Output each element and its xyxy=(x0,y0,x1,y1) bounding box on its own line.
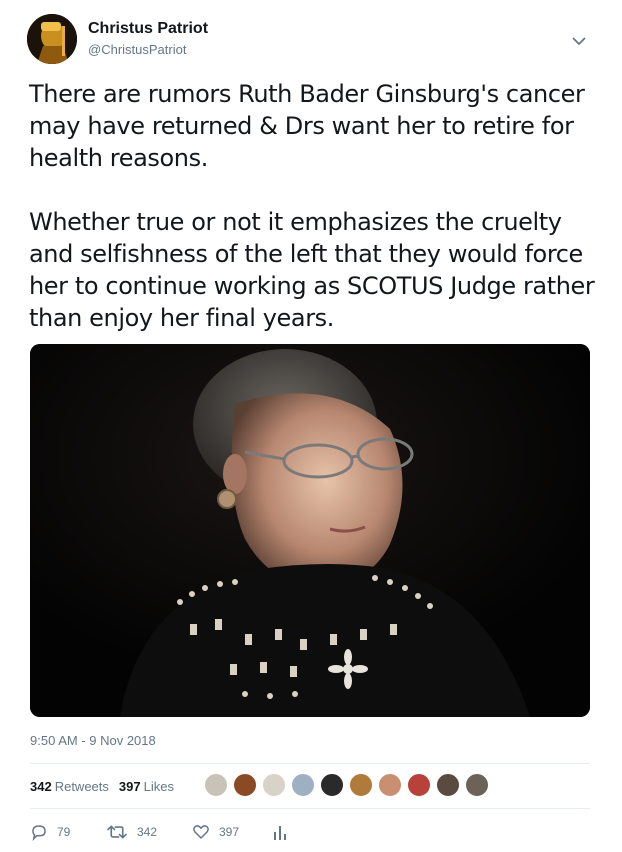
likes-label: Likes xyxy=(143,778,174,794)
tweet-photo[interactable] xyxy=(30,344,590,717)
tweet-text: There are rumors Ruth Bader Ginsburg's c… xyxy=(29,78,599,334)
likes-count: 397 xyxy=(118,778,141,794)
liker-avatars xyxy=(203,772,493,798)
tweet-timestamp[interactable]: 9:50 AM - 9 Nov 2018 xyxy=(30,733,156,748)
analytics-icon xyxy=(274,826,286,840)
profile-avatar[interactable] xyxy=(27,14,77,64)
liker-avatar[interactable] xyxy=(348,772,374,798)
liker-avatar[interactable] xyxy=(203,772,229,798)
liker-avatar[interactable] xyxy=(435,772,461,798)
user-handle[interactable]: @ChristusPatriot xyxy=(88,42,186,57)
liker-avatar[interactable] xyxy=(290,772,316,798)
analytics-button[interactable] xyxy=(272,823,297,841)
tweet-card: Christus Patriot @ChristusPatriot There … xyxy=(0,0,622,852)
liker-avatar[interactable] xyxy=(377,772,403,798)
retweets-stat[interactable]: 342 Retweets xyxy=(30,779,109,794)
liker-avatar[interactable] xyxy=(464,772,490,798)
like-button[interactable]: 397 xyxy=(192,823,272,841)
tweet-paragraph: There are rumors Ruth Bader Ginsburg's c… xyxy=(29,80,585,172)
tweet-paragraph: Whether true or not it emphasizes the cr… xyxy=(29,208,595,332)
chevron-down-icon[interactable] xyxy=(568,30,590,52)
liker-avatar[interactable] xyxy=(232,772,258,798)
like-count: 397 xyxy=(219,825,240,839)
likes-stat[interactable]: 397 Likes xyxy=(119,779,174,794)
retweets-count: 342 xyxy=(30,778,52,794)
liker-avatar[interactable] xyxy=(406,772,432,798)
reply-icon xyxy=(32,825,46,841)
retweet-count: 342 xyxy=(137,825,158,839)
liker-avatar[interactable] xyxy=(261,772,287,798)
engagement-stats: 342 Retweets 397 Likes xyxy=(30,776,184,796)
display-name[interactable]: Christus Patriot xyxy=(88,20,208,38)
retweet-button[interactable]: 342 xyxy=(106,823,192,841)
divider xyxy=(30,763,590,764)
heart-icon xyxy=(193,825,209,839)
liker-avatar[interactable] xyxy=(319,772,345,798)
retweet-icon xyxy=(107,825,127,839)
tweet-actions: 79 342 397 xyxy=(30,820,297,844)
retweets-label: Retweets xyxy=(54,778,109,794)
divider xyxy=(30,808,590,809)
reply-count: 79 xyxy=(57,825,71,839)
reply-button[interactable]: 79 xyxy=(30,823,106,841)
